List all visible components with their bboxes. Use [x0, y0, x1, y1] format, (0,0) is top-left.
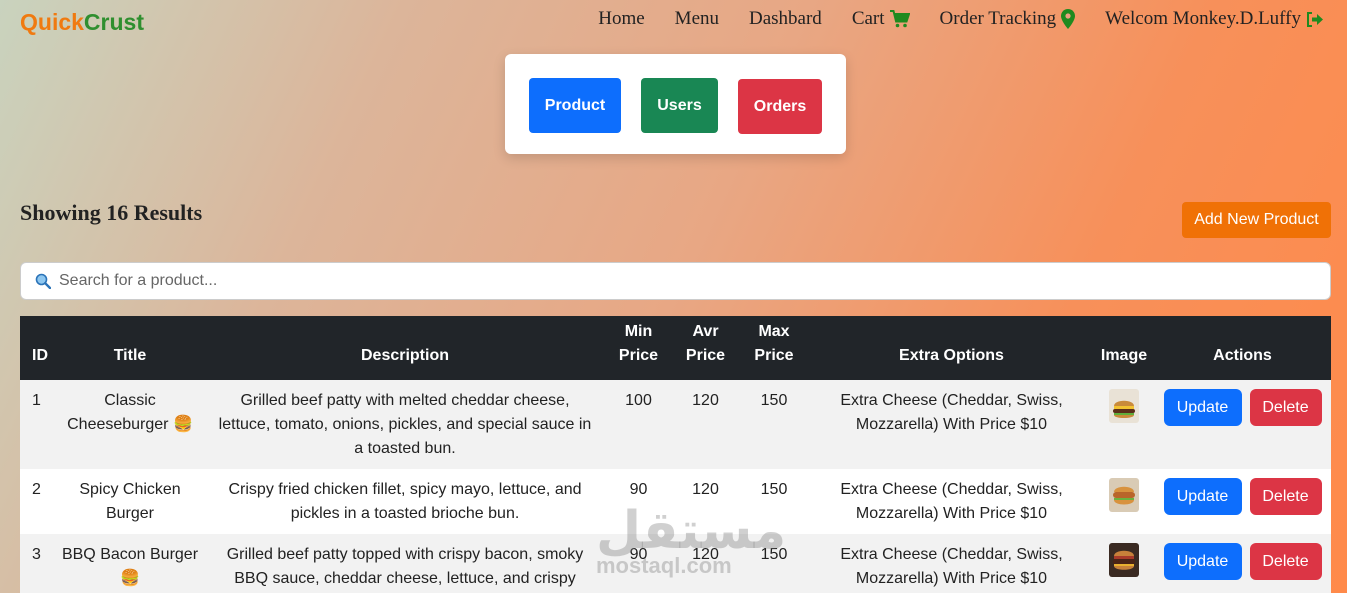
search-icon — [35, 273, 51, 289]
nav-cart-link[interactable]: Cart — [852, 8, 910, 30]
delete-button[interactable]: Delete — [1249, 478, 1322, 515]
table-row: 1 Classic Cheeseburger 🍔 Grilled beef pa… — [20, 380, 1331, 469]
logout-icon — [1307, 11, 1323, 27]
cell-title: BBQ Bacon Burger 🍔 — [61, 546, 199, 587]
product-button[interactable]: Product — [529, 78, 621, 133]
header-max-price-line1: Max — [758, 323, 790, 340]
table-header: ID Title Description Min Price Avr Price M… — [20, 316, 1331, 380]
add-new-product-button[interactable]: Add New Product — [1182, 202, 1331, 238]
search-bar[interactable] — [20, 262, 1331, 300]
update-button[interactable]: Update — [1163, 478, 1242, 515]
cell-min-price: 90 — [629, 481, 648, 498]
nav-links: Home Menu Dashbard Cart Order Tracking W… — [568, 8, 1323, 30]
cell-avr-price: 120 — [692, 481, 719, 498]
cell-min-price: 100 — [625, 392, 652, 409]
navbar: QuickCrust Home Menu Dashbard Cart Order… — [0, 0, 1347, 40]
cell-avr-price: 120 — [692, 392, 719, 409]
cell-max-price: 150 — [760, 392, 788, 409]
product-thumbnail — [1109, 389, 1139, 423]
header-description: Description — [360, 347, 449, 364]
update-button[interactable]: Update — [1163, 543, 1242, 580]
users-button[interactable]: Users — [641, 78, 718, 133]
brand-part-crust: Crust — [83, 9, 144, 35]
search-input[interactable] — [59, 272, 1259, 290]
cell-extra-options: Extra Cheese (Cheddar, Swiss, Mozzarella… — [840, 481, 1063, 522]
admin-section-card: Product Users Orders — [505, 54, 846, 154]
cell-description: Crispy fried chicken fillet, spicy mayo,… — [228, 481, 582, 522]
header-min-price: Min Price — [605, 316, 672, 380]
cell-description: Grilled beef patty with melted cheddar c… — [218, 392, 592, 457]
results-count-heading: Showing 16 Results — [20, 200, 203, 225]
nav-welcome-label: Welcom Monkey.D.Luffy — [1105, 8, 1301, 29]
product-thumbnail — [1109, 478, 1139, 512]
header-avr-price-line2: Price — [685, 347, 726, 364]
header-max-price: Max Price — [739, 316, 809, 380]
cell-image — [1094, 380, 1154, 469]
cell-max-price: 150 — [760, 546, 788, 563]
orders-button[interactable]: Orders — [738, 79, 822, 134]
header-min-price-line2: Price — [618, 347, 659, 364]
brand-logo[interactable]: QuickCrust — [20, 9, 144, 36]
delete-button[interactable]: Delete — [1249, 389, 1322, 426]
cell-actions: Update Delete — [1154, 534, 1331, 593]
map-marker-icon — [1061, 9, 1076, 29]
cell-id: 2 — [32, 481, 41, 498]
cell-title: Spicy Chicken Burger — [79, 481, 181, 522]
header-avr-price: Avr Price — [672, 316, 739, 380]
cell-id: 1 — [32, 392, 41, 409]
header-extra-options: Extra Options — [899, 347, 1004, 364]
nav-welcome-user[interactable]: Welcom Monkey.D.Luffy — [1105, 8, 1323, 30]
product-thumbnail — [1109, 543, 1139, 577]
cell-max-price: 150 — [760, 481, 788, 498]
nav-order-tracking-label: Order Tracking — [939, 8, 1057, 29]
header-actions: Actions — [1213, 347, 1272, 364]
cart-icon — [889, 10, 910, 28]
header-min-price-line1: Min — [624, 323, 653, 340]
header-avr-price-line1: Avr — [692, 323, 719, 340]
products-table: ID Title Description Min Price Avr Price M… — [20, 316, 1331, 593]
nav-home-link[interactable]: Home — [598, 8, 644, 30]
nav-dashboard-link[interactable]: Dashbard — [749, 8, 822, 30]
nav-menu-link[interactable]: Menu — [675, 8, 719, 30]
cell-id: 3 — [32, 546, 41, 563]
cell-image — [1094, 469, 1154, 534]
cell-extra-options: Extra Cheese (Cheddar, Swiss, Mozzarella… — [840, 546, 1063, 587]
cell-actions: Update Delete — [1154, 469, 1331, 534]
header-max-price-line2: Price — [754, 347, 794, 364]
cell-extra-options: Extra Cheese (Cheddar, Swiss, Mozzarella… — [840, 392, 1063, 433]
nav-cart-label: Cart — [851, 8, 885, 29]
cell-avr-price: 120 — [692, 546, 719, 563]
cell-min-price: 90 — [629, 546, 648, 563]
products-table-wrapper: ID Title Description Min Price Avr Price M… — [20, 316, 1331, 593]
delete-button[interactable]: Delete — [1249, 543, 1322, 580]
header-image: Image — [1100, 347, 1148, 364]
header-title: Title — [113, 347, 147, 364]
update-button[interactable]: Update — [1163, 389, 1242, 426]
nav-order-tracking-link[interactable]: Order Tracking — [940, 8, 1076, 30]
brand-part-quick: Quick — [20, 9, 84, 35]
header-id: ID — [32, 347, 48, 364]
cell-image — [1094, 534, 1154, 593]
cell-description: Grilled beef patty topped with crispy ba… — [226, 546, 584, 587]
table-row: 2 Spicy Chicken Burger Crispy fried chic… — [20, 469, 1331, 534]
table-row: 3 BBQ Bacon Burger 🍔 Grilled beef patty … — [20, 534, 1331, 593]
cell-actions: Update Delete — [1154, 380, 1331, 469]
cell-title: Classic Cheeseburger 🍔 — [67, 392, 193, 433]
